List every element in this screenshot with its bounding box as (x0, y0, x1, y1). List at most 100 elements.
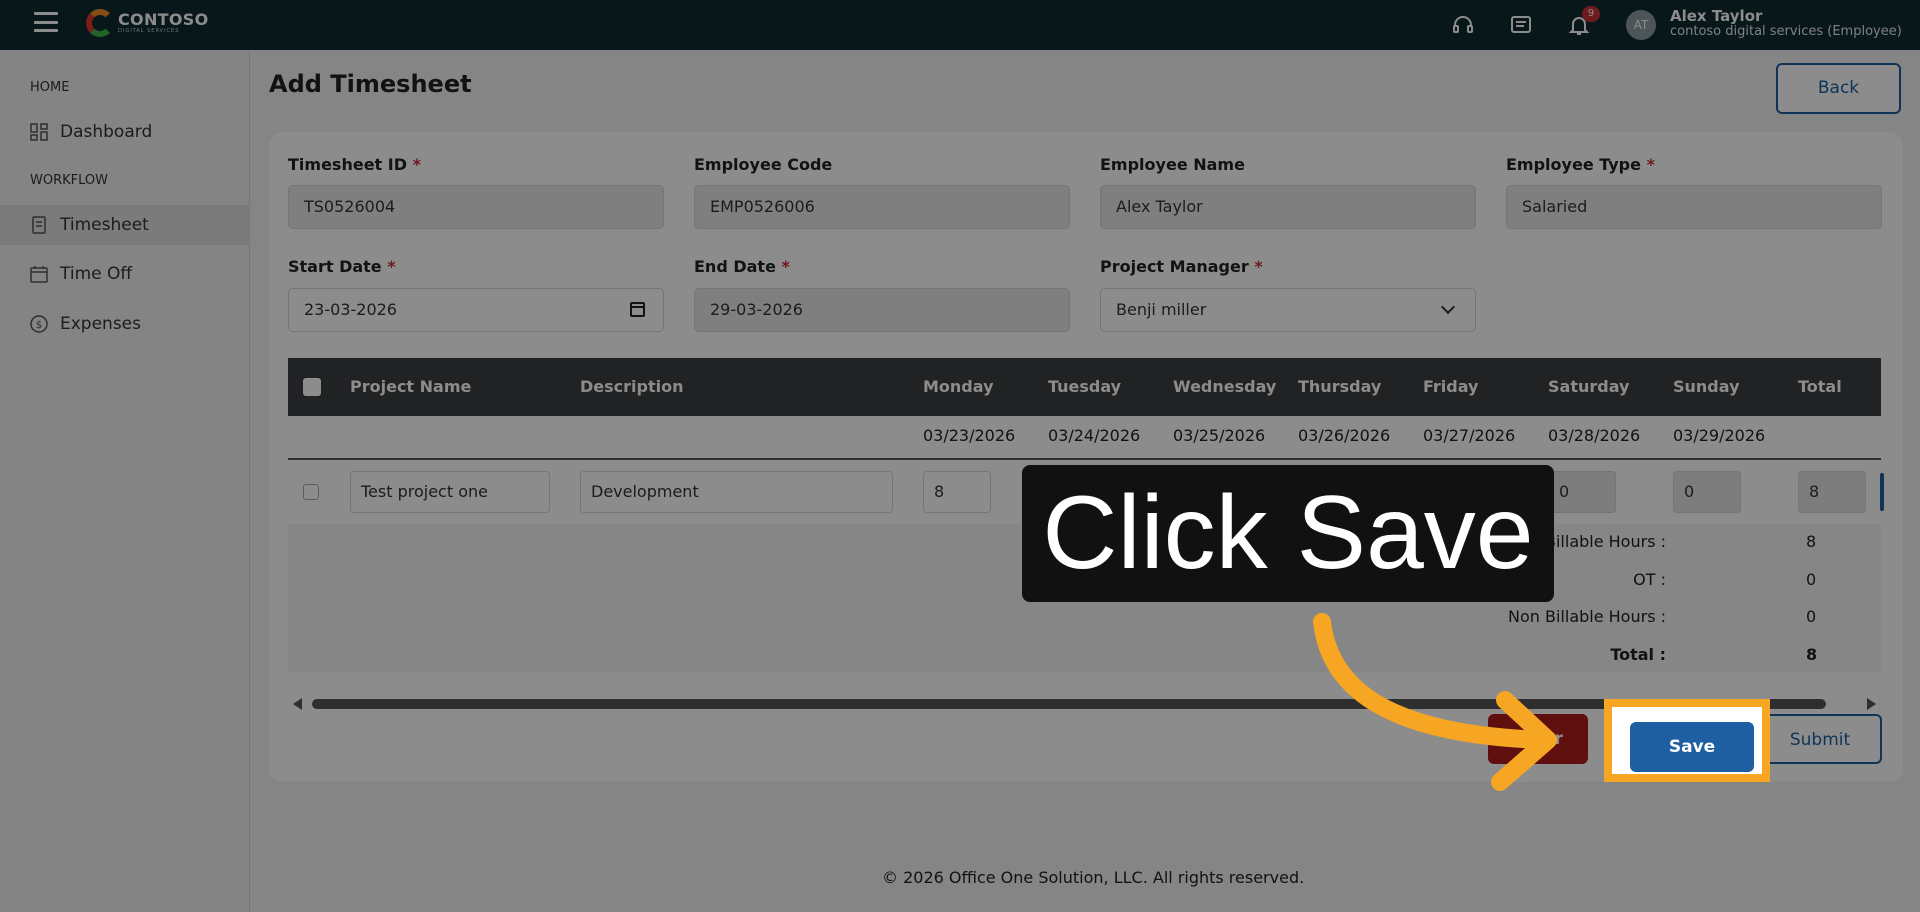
logo[interactable]: CONTOSO DIGITAL SERVICES (86, 9, 208, 37)
back-button[interactable]: Back (1776, 63, 1901, 114)
required-marker: * (412, 155, 421, 174)
saturday-hours-input[interactable]: 0 (1548, 471, 1616, 513)
billable-hours-value: 8 (1806, 532, 1817, 551)
sidebar-item-timesheet[interactable]: Timesheet (0, 205, 249, 245)
date-cell: 03/28/2026 (1548, 426, 1641, 445)
required-marker: * (1646, 155, 1655, 174)
logo-mark-icon (86, 9, 114, 37)
dollar-icon: $ (30, 315, 48, 333)
select-all-checkbox[interactable] (303, 378, 321, 396)
sidebar-section-workflow: WORKFLOW (30, 173, 108, 188)
submit-button[interactable]: Submit (1758, 714, 1882, 764)
date-cell: 03/24/2026 (1048, 426, 1141, 445)
employee-code-field[interactable]: EMP0526006 (694, 185, 1070, 229)
total-label: Total : (1610, 645, 1666, 664)
column-header: Sunday (1673, 377, 1740, 396)
non-billable-hours-value: 0 (1806, 607, 1817, 626)
user-org: contoso digital services (Employee) (1670, 24, 1902, 39)
footer-copyright: © 2026 Office One Solution, LLC. All rig… (882, 868, 1305, 887)
column-header: Description (580, 377, 684, 396)
table-header: Project Name Description Monday Tuesday … (288, 358, 1881, 416)
scroll-left-icon[interactable] (293, 698, 302, 710)
project-manager-value: Benji miller (1116, 300, 1207, 319)
timesheet-id-label: Timesheet ID * (288, 155, 421, 174)
description-input[interactable]: Development (580, 471, 893, 513)
sidebar-item-label: Dashboard (60, 122, 153, 142)
clear-button[interactable]: Clear (1488, 714, 1588, 764)
save-button[interactable]: Save (1630, 722, 1754, 772)
project-manager-label: Project Manager * (1100, 257, 1263, 276)
column-header: Saturday (1548, 377, 1630, 396)
date-cell: 03/23/2026 (923, 426, 1016, 445)
project-manager-select[interactable]: Benji miller (1100, 288, 1476, 332)
sidebar: HOME Dashboard WORKFLOW Timesheet Time O… (0, 50, 250, 912)
employee-type-field[interactable]: Salaried (1506, 185, 1882, 229)
start-date-field[interactable]: 23-03-2026 (288, 288, 664, 332)
start-date-value: 23-03-2026 (304, 300, 397, 319)
employee-name-label: Employee Name (1100, 155, 1245, 174)
required-marker: * (1254, 257, 1263, 276)
monday-hours-input[interactable]: 8 (923, 471, 991, 513)
column-header: Friday (1423, 377, 1479, 396)
end-date-label-text: End Date (694, 257, 776, 276)
project-name-input[interactable]: Test project one (350, 471, 550, 513)
instruction-callout: Click Save (1022, 465, 1554, 602)
menu-icon[interactable] (34, 12, 58, 32)
sidebar-item-time-off[interactable]: Time Off (0, 254, 249, 294)
project-manager-label-text: Project Manager (1100, 257, 1249, 276)
end-date-label: End Date * (694, 257, 790, 276)
column-header: Monday (923, 377, 994, 396)
sidebar-item-label: Timesheet (60, 215, 149, 235)
scroll-right-icon[interactable] (1867, 698, 1876, 710)
total-value: 8 (1806, 645, 1818, 664)
employee-code-label: Employee Code (694, 155, 833, 174)
sunday-hours-input[interactable]: 0 (1673, 471, 1741, 513)
column-header: Project Name (350, 377, 472, 396)
calendar-icon (30, 266, 48, 283)
employee-name-field[interactable]: Alex Taylor (1100, 185, 1476, 229)
svg-text:$: $ (36, 320, 42, 331)
sidebar-item-label: Expenses (60, 314, 141, 334)
sidebar-item-dashboard[interactable]: Dashboard (0, 112, 249, 152)
chevron-down-icon (1440, 299, 1456, 315)
non-billable-hours-label: Non Billable Hours : (1508, 607, 1666, 626)
start-date-label-text: Start Date (288, 257, 382, 276)
user-name: Alex Taylor (1670, 7, 1763, 25)
calendar-picker-icon[interactable] (630, 302, 645, 317)
column-header: Total (1798, 377, 1842, 396)
row-checkbox[interactable] (303, 484, 319, 500)
column-header: Tuesday (1048, 377, 1122, 396)
notification-badge: 9 (1582, 6, 1600, 22)
headset-icon[interactable] (1451, 13, 1475, 37)
page-title: Add Timesheet (269, 70, 472, 98)
date-cell: 03/26/2026 (1298, 426, 1391, 445)
horizontal-scrollbar[interactable] (312, 699, 1826, 709)
ot-value: 0 (1806, 570, 1817, 589)
sidebar-item-expenses[interactable]: $ Expenses (0, 304, 249, 344)
document-icon (32, 216, 46, 234)
employee-type-label-text: Employee Type (1506, 155, 1641, 174)
date-cell: 03/25/2026 (1173, 426, 1266, 445)
save-highlight-box: Save (1604, 699, 1770, 782)
grid-icon (30, 123, 48, 141)
avatar[interactable]: AT (1626, 10, 1656, 40)
sidebar-item-label: Time Off (60, 264, 133, 284)
column-header: Thursday (1298, 377, 1382, 396)
start-date-label: Start Date * (288, 257, 396, 276)
row-total: 8 (1798, 471, 1866, 513)
end-date-field[interactable]: 29-03-2026 (694, 288, 1070, 332)
message-icon[interactable] (1509, 13, 1533, 37)
ot-label: OT : (1633, 570, 1666, 589)
logo-subtitle: DIGITAL SERVICES (118, 28, 180, 34)
logo-name: CONTOSO (118, 10, 209, 29)
row-action-edge (1880, 473, 1884, 511)
timesheet-id-field[interactable]: TS0526004 (288, 185, 664, 229)
date-cell: 03/29/2026 (1673, 426, 1766, 445)
required-marker: * (387, 257, 396, 276)
date-row: 03/23/2026 03/24/2026 03/25/2026 03/26/2… (288, 416, 1881, 460)
employee-type-label: Employee Type * (1506, 155, 1655, 174)
required-marker: * (781, 257, 790, 276)
top-bar: CONTOSO DIGITAL SERVICES 9 AT Alex Taylo… (0, 0, 1920, 50)
timesheet-id-label-text: Timesheet ID (288, 155, 407, 174)
column-header: Wednesday (1173, 377, 1277, 396)
